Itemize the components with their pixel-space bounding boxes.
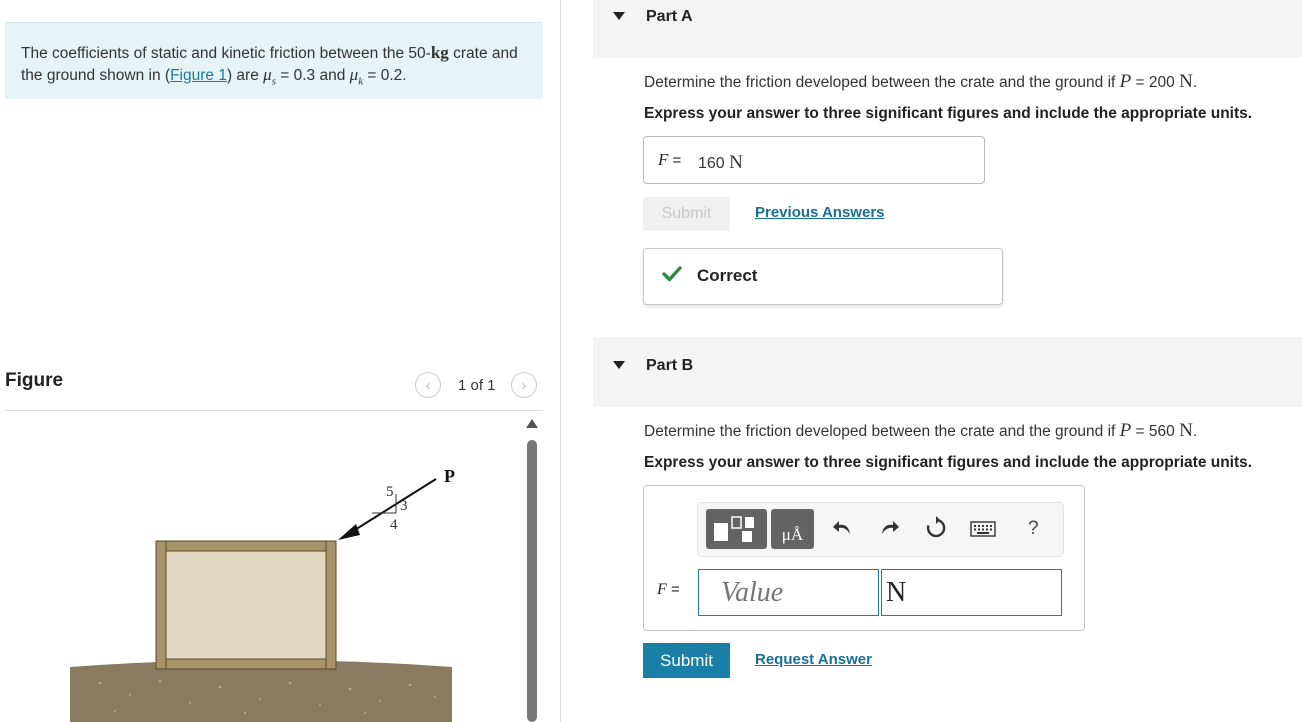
collapse-triangle-icon bbox=[613, 361, 625, 369]
math-toolbar: μÅ ? bbox=[697, 502, 1064, 557]
part-a-header[interactable]: Part A bbox=[593, 0, 1302, 58]
part-b-instruction: Express your answer to three significant… bbox=[644, 454, 1253, 471]
request-answer-link[interactable]: Request Answer bbox=[755, 651, 872, 668]
chevron-left-icon: ‹ bbox=[425, 376, 431, 394]
collapse-triangle-icon bbox=[613, 12, 625, 20]
part-b-submit-button[interactable]: Submit bbox=[643, 643, 730, 678]
mu-s-symbol: μs bbox=[263, 65, 276, 88]
slope-rise: 3 bbox=[400, 498, 408, 514]
templates-button[interactable] bbox=[706, 509, 767, 549]
units-button[interactable]: μÅ bbox=[771, 509, 814, 549]
redo-icon[interactable] bbox=[878, 517, 900, 539]
problem-statement-box: The coefficients of static and kinetic f… bbox=[5, 22, 543, 99]
part-b-header[interactable]: Part B bbox=[593, 337, 1302, 407]
crate bbox=[155, 540, 337, 670]
correct-feedback-box: Correct bbox=[643, 248, 1003, 305]
problem-text-part: The coefficients of static and kinetic f… bbox=[21, 45, 431, 62]
answer-value: 160 N bbox=[698, 152, 743, 174]
question-eq: = 560 bbox=[1131, 423, 1180, 440]
answer-label-var: F bbox=[657, 581, 667, 598]
mu-s-value: = 0.3 and bbox=[275, 67, 350, 84]
reset-icon[interactable] bbox=[924, 516, 948, 540]
question-end: . bbox=[1192, 423, 1198, 440]
part-a-instruction: Express your answer to three significant… bbox=[644, 105, 1253, 122]
question-end: . bbox=[1192, 74, 1198, 91]
unit-input[interactable] bbox=[881, 569, 1062, 616]
problem-text-part: ) are bbox=[226, 67, 264, 84]
answer-unit: N bbox=[729, 152, 743, 173]
question-eq: = 200 bbox=[1131, 74, 1180, 91]
question-unit: N bbox=[1179, 71, 1193, 92]
mass-unit: kg bbox=[430, 43, 449, 62]
figure-title: Figure bbox=[5, 370, 64, 391]
problem-text: The coefficients of static and kinetic f… bbox=[21, 42, 531, 92]
undo-icon[interactable] bbox=[832, 517, 854, 539]
figure-next-button[interactable]: › bbox=[511, 372, 537, 398]
scrollbar-thumb[interactable] bbox=[527, 440, 537, 722]
mu-k-value: = 0.2. bbox=[363, 67, 407, 84]
templates-icon bbox=[714, 516, 754, 542]
mu-k-symbol: μk bbox=[349, 65, 364, 88]
part-b-title: Part B bbox=[646, 357, 694, 374]
left-panel: The coefficients of static and kinetic f… bbox=[0, 0, 560, 722]
crate-figure: P 5 3 4 bbox=[70, 466, 455, 722]
answer-label-eq: = bbox=[668, 152, 682, 169]
question-text: Determine the friction developed between… bbox=[644, 423, 1120, 440]
part-a-question: Determine the friction developed between… bbox=[644, 71, 1197, 93]
answer-label: F = bbox=[658, 150, 681, 170]
answer-label-var: F bbox=[658, 150, 669, 169]
answer-number: 160 bbox=[698, 155, 730, 172]
part-b-question: Determine the friction developed between… bbox=[644, 420, 1197, 442]
answer-label: F = bbox=[657, 581, 680, 599]
slope-run: 4 bbox=[390, 517, 398, 533]
keyboard-icon[interactable] bbox=[970, 521, 996, 537]
question-var: P bbox=[1119, 71, 1132, 92]
value-input[interactable] bbox=[698, 569, 879, 616]
part-a-answer-display: F = 160 N bbox=[643, 136, 985, 184]
chevron-right-icon: › bbox=[521, 376, 527, 394]
previous-answers-link[interactable]: Previous Answers bbox=[755, 204, 885, 221]
help-button[interactable]: ? bbox=[1028, 518, 1039, 540]
panel-divider bbox=[560, 0, 561, 722]
question-text: Determine the friction developed between… bbox=[644, 74, 1120, 91]
figure-prev-button[interactable]: ‹ bbox=[415, 372, 441, 398]
figure-counter: 1 of 1 bbox=[458, 377, 496, 394]
part-a-submit-button[interactable]: Submit bbox=[643, 197, 730, 231]
slope-hypotenuse: 5 bbox=[386, 484, 394, 500]
answer-label-eq: = bbox=[666, 581, 680, 598]
checkmark-icon bbox=[662, 266, 682, 282]
figure-link[interactable]: Figure 1 bbox=[170, 67, 227, 84]
question-unit: N bbox=[1179, 420, 1193, 441]
feedback-text: Correct bbox=[697, 266, 758, 285]
scroll-up-arrow[interactable] bbox=[526, 419, 538, 428]
part-a-title: Part A bbox=[646, 8, 693, 25]
question-var: P bbox=[1119, 420, 1132, 441]
figure-divider bbox=[5, 410, 543, 411]
force-label: P bbox=[444, 466, 455, 486]
